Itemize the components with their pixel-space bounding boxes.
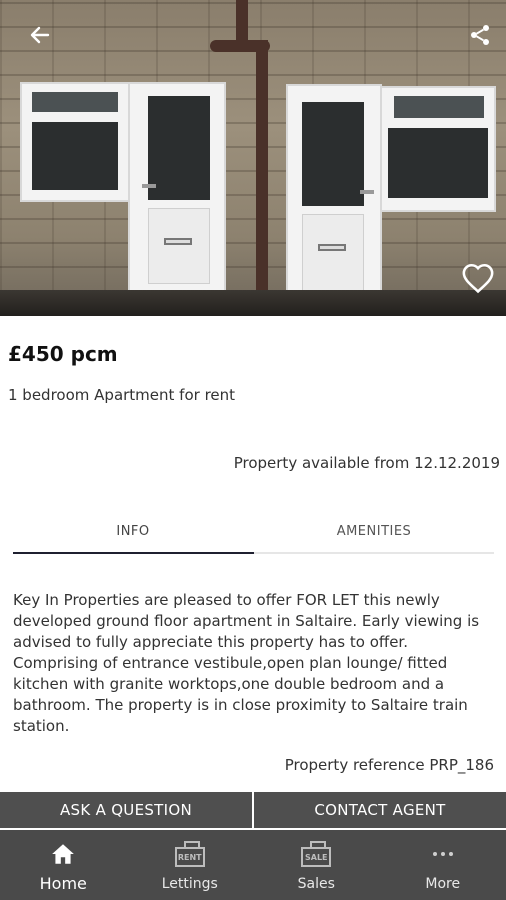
tab-amenities[interactable]: AMENITIES xyxy=(254,510,494,552)
favourite-button[interactable] xyxy=(458,258,498,298)
sale-sign-icon: SALE xyxy=(301,847,332,867)
ground xyxy=(0,290,506,316)
contact-agent-button[interactable]: CONTACT AGENT xyxy=(254,792,506,828)
arrow-left-icon xyxy=(30,26,50,44)
nav-sales-label: Sales xyxy=(297,876,335,892)
nav-home[interactable]: Home xyxy=(0,830,127,900)
downpipe xyxy=(256,40,268,302)
nav-more[interactable]: More xyxy=(380,830,506,900)
ask-question-button[interactable]: ASK A QUESTION xyxy=(0,792,252,828)
share-icon xyxy=(471,25,489,45)
left-door xyxy=(128,82,226,296)
heart-outline-icon xyxy=(462,263,494,294)
detail-tabs: INFO AMENITIES xyxy=(13,510,494,554)
property-reference: Property reference PRP_186 xyxy=(284,756,494,774)
price: £450 pcm xyxy=(8,342,118,366)
more-dots-icon xyxy=(432,852,453,856)
nav-lettings-label: Lettings xyxy=(161,876,218,892)
tab-info[interactable]: INFO xyxy=(13,510,253,552)
right-door xyxy=(286,84,382,302)
nav-lettings[interactable]: RENT Lettings xyxy=(127,830,254,900)
left-window xyxy=(20,82,130,202)
active-tab-indicator xyxy=(13,552,254,554)
action-bar: ASK A QUESTION CONTACT AGENT xyxy=(0,792,506,828)
property-description: Key In Properties are pleased to offer F… xyxy=(13,591,480,735)
right-window xyxy=(380,86,496,212)
nav-more-label: More xyxy=(425,876,461,892)
nav-home-label: Home xyxy=(39,874,87,893)
bottom-navigation: Home RENT Lettings SALE Sales More xyxy=(0,830,506,900)
nav-sales[interactable]: SALE Sales xyxy=(253,830,380,900)
share-button[interactable] xyxy=(462,17,498,53)
tab-amenities-label: AMENITIES xyxy=(336,523,412,539)
availability-date: Property available from 12.12.2019 xyxy=(233,454,500,472)
home-icon xyxy=(52,844,75,864)
property-photo xyxy=(0,0,506,316)
back-button[interactable] xyxy=(22,17,58,53)
tab-info-label: INFO xyxy=(116,523,150,539)
rent-sign-icon: RENT xyxy=(174,847,205,867)
property-type: 1 bedroom Apartment for rent xyxy=(8,386,236,404)
